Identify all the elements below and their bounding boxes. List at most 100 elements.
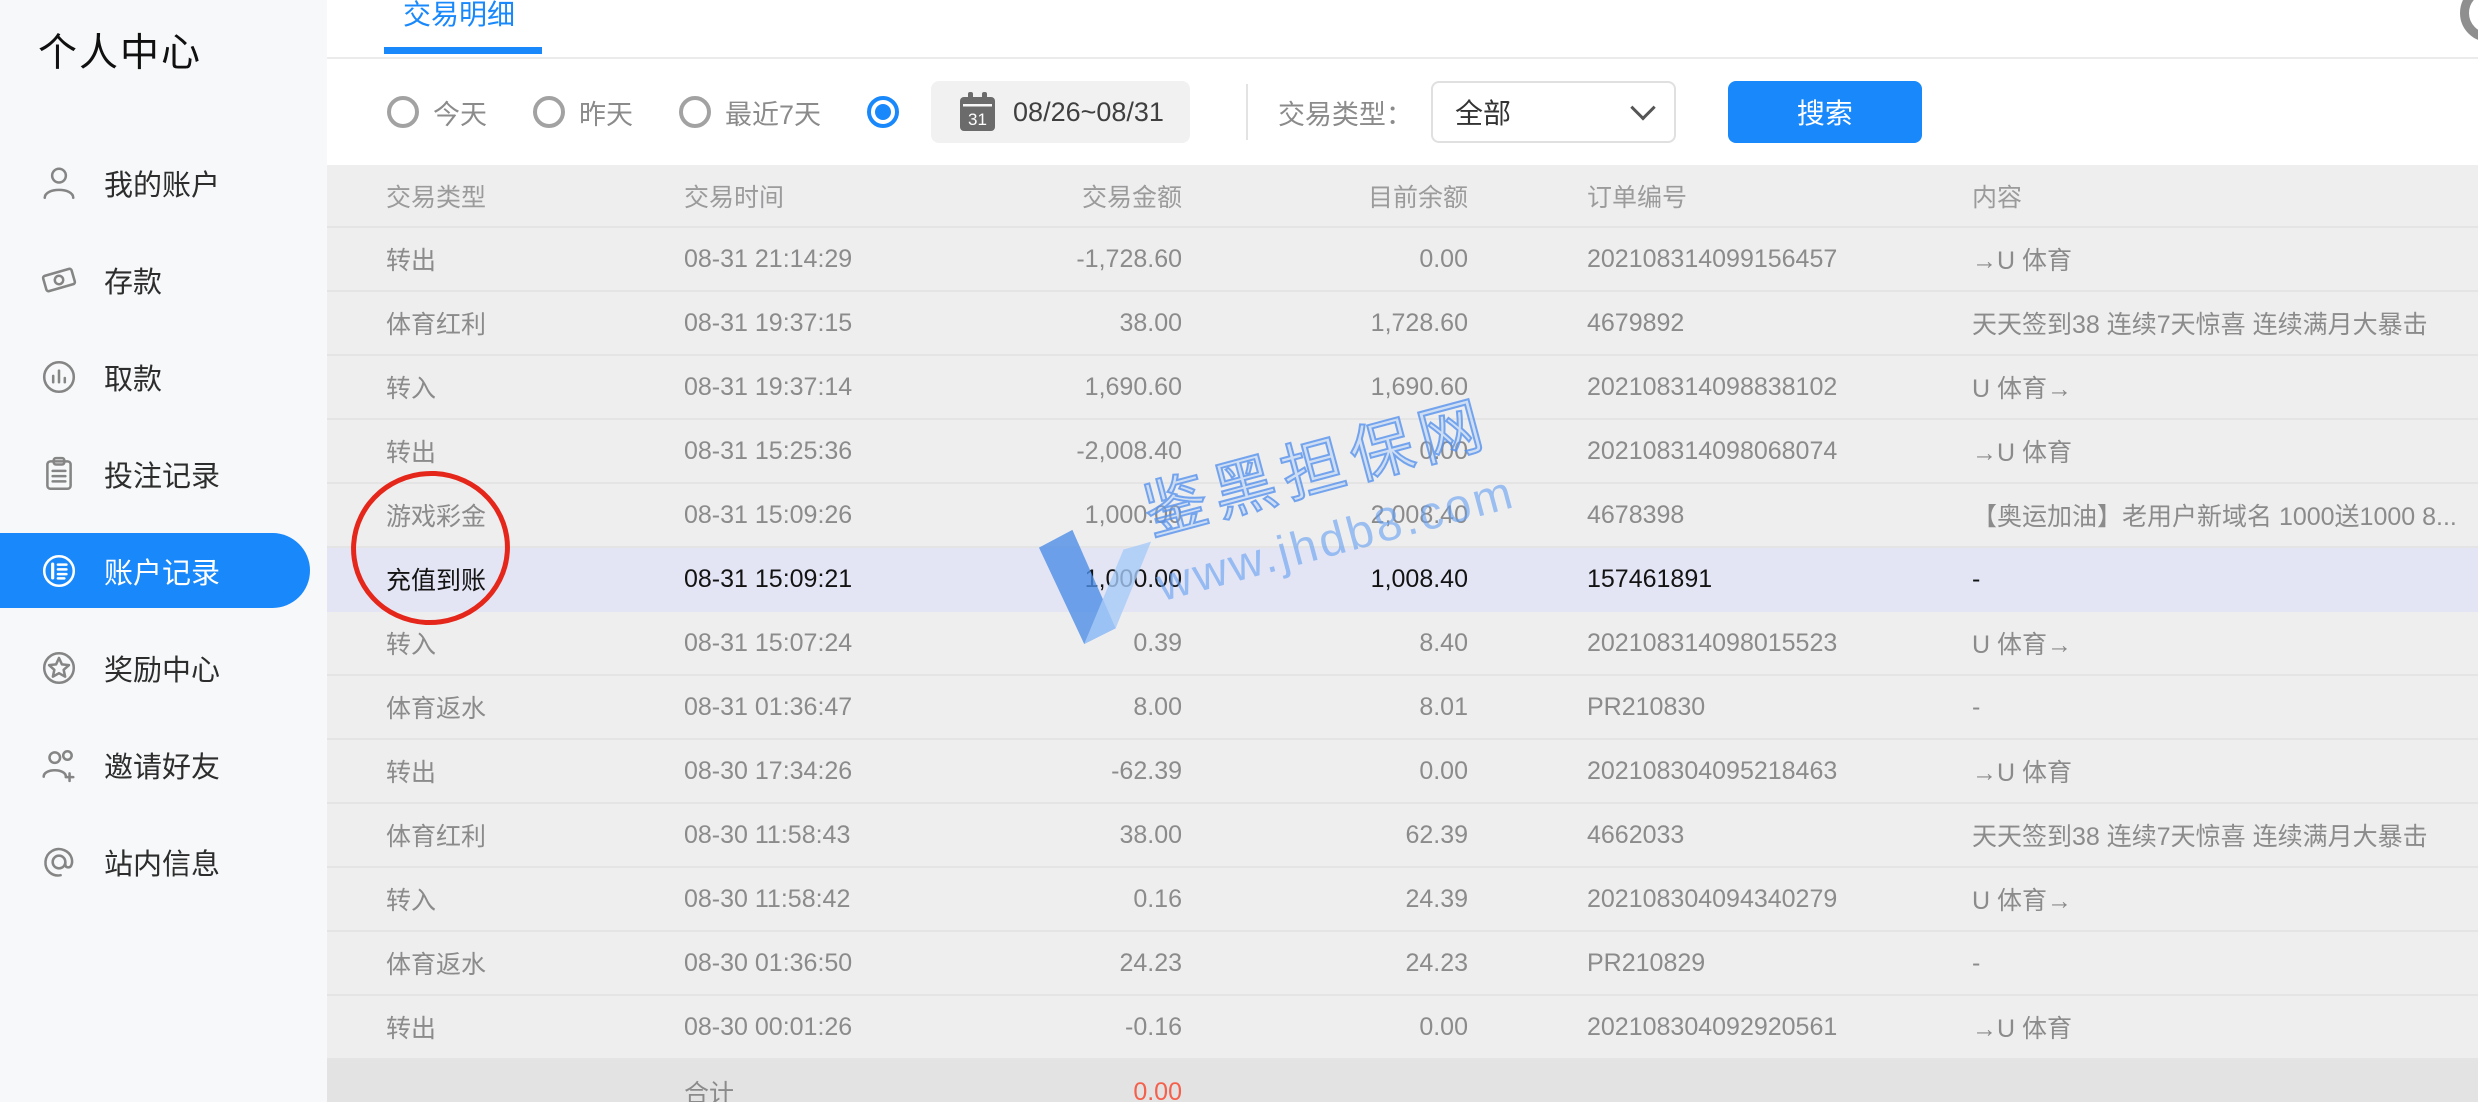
cell-order: PR210829: [1468, 949, 1972, 978]
cell-content: 【奥运加油】老用户新域名 1000送1000 8...: [1972, 497, 2478, 533]
radio-circle-icon[interactable]: [533, 96, 565, 128]
table-row: 转出08-30 17:34:26-62.390.0020210830409521…: [327, 740, 2478, 804]
cell-type: 转入: [327, 881, 684, 917]
cell-type: 转出: [327, 241, 684, 277]
cell-content: →U 体育: [1972, 241, 2478, 277]
clipboard-icon: [38, 453, 80, 495]
sidebar-item-label: 账户记录: [104, 550, 220, 592]
cell-order: 202108304095218463: [1468, 757, 1972, 786]
column-header-content: 内容: [1972, 178, 2478, 214]
cell-balance: 24.39: [1182, 885, 1468, 914]
sidebar-item-bet-records[interactable]: 投注记录: [0, 425, 327, 522]
radio-custom-range[interactable]: [867, 96, 899, 128]
sidebar-item-label: 取款: [104, 356, 162, 398]
cell-type: 转出: [327, 753, 684, 789]
cell-balance: 0.00: [1182, 1013, 1468, 1042]
sidebar-item-label: 站内信息: [104, 841, 220, 883]
cell-content: →U 体育: [1972, 433, 2478, 469]
cell-order: 202108314099156457: [1468, 245, 1972, 274]
cell-content: U 体育→: [1972, 625, 2478, 661]
transactions-table: 交易类型交易时间交易金额目前余额订单编号内容 转出08-31 21:14:29-…: [327, 165, 2478, 1102]
cell-balance: 8.01: [1182, 693, 1468, 722]
radio-circle-icon[interactable]: [867, 96, 899, 128]
banknote-icon: [38, 259, 80, 301]
cell-balance: 1,728.60: [1182, 309, 1468, 338]
footer-total-value: 0.00: [1011, 1078, 1182, 1102]
tab-bar: 交易明细: [327, 0, 2478, 59]
sidebar-item-invite-friends[interactable]: 邀请好友: [0, 716, 327, 813]
cell-content: -: [1972, 949, 2478, 978]
cell-time: 08-31 19:37:15: [684, 309, 1011, 338]
sidebar-item-label: 邀请好友: [104, 744, 220, 786]
table-row: 转入08-31 19:37:141,690.601,690.6020210831…: [327, 356, 2478, 420]
table-row: 转入08-30 11:58:420.1624.39202108304094340…: [327, 868, 2478, 932]
tab-transaction-details[interactable]: 交易明细: [403, 0, 515, 33]
sidebar-item-label: 投注记录: [104, 453, 220, 495]
footer-total-label: 合计: [684, 1074, 1011, 1102]
column-header-balance: 目前余额: [1182, 178, 1468, 214]
cell-amount: 0.39: [1011, 629, 1182, 658]
tab-active-underline: [384, 47, 542, 54]
cell-amount: -62.39: [1011, 757, 1182, 786]
add-friend-icon: [38, 744, 80, 786]
cell-balance: 0.00: [1182, 757, 1468, 786]
cell-content: 天天签到38 连续7天惊喜 连续满月大暴击: [1972, 305, 2478, 341]
radio-circle-icon[interactable]: [387, 96, 419, 128]
sidebar-item-site-messages[interactable]: 站内信息: [0, 813, 327, 910]
radio-group: 今天 昨天 最近7天: [327, 93, 931, 132]
cell-content: -: [1972, 693, 2478, 722]
cell-time: 08-30 11:58:42: [684, 885, 1011, 914]
cell-amount: 1,000.00: [1011, 501, 1182, 530]
cell-type: 充值到账: [327, 561, 684, 597]
cell-balance: 8.40: [1182, 629, 1468, 658]
table-body: 转出08-31 21:14:29-1,728.600.0020210831409…: [327, 228, 2478, 1060]
radio-label: 最近7天: [725, 93, 821, 132]
radio-yesterday[interactable]: 昨天: [533, 93, 633, 132]
radio-circle-icon[interactable]: [679, 96, 711, 128]
cell-balance: 2,008.40: [1182, 501, 1468, 530]
table-row: 充值到账08-31 15:09:211,000.001,008.40157461…: [327, 548, 2478, 612]
transaction-type-select[interactable]: 全部: [1431, 81, 1676, 143]
cell-order: 4662033: [1468, 821, 1972, 850]
sidebar-item-withdraw[interactable]: 取款: [0, 328, 327, 425]
cell-balance: 0.00: [1182, 245, 1468, 274]
star-circle-icon: [38, 647, 80, 689]
cell-time: 08-31 15:09:21: [684, 565, 1011, 594]
filter-bar: 今天昨天最近7天 31 08/26~08/31 交易类型： 全部: [327, 59, 2478, 165]
cell-amount: -1,728.60: [1011, 245, 1182, 274]
transaction-type-value: 全部: [1455, 92, 1511, 132]
cell-content: -: [1972, 565, 2478, 594]
table-footer-row: 合计 0.00: [327, 1060, 2478, 1102]
table-header-row: 交易类型交易时间交易金额目前余额订单编号内容: [327, 165, 2478, 228]
cell-order: 157461891: [1468, 565, 1972, 594]
cell-type: 游戏彩金: [327, 497, 684, 533]
table-row: 转出08-31 21:14:29-1,728.600.0020210831409…: [327, 228, 2478, 292]
sidebar-item-my-account[interactable]: 我的账户: [0, 134, 327, 231]
radio-last-7-days[interactable]: 最近7天: [679, 93, 821, 132]
sidebar-item-rewards-center[interactable]: 奖励中心: [0, 619, 327, 716]
radio-label: 昨天: [579, 93, 633, 132]
column-header-order: 订单编号: [1468, 178, 1972, 214]
cell-content: U 体育→: [1972, 881, 2478, 917]
radio-today[interactable]: 今天: [387, 93, 487, 132]
cell-time: 08-30 01:36:50: [684, 949, 1011, 978]
chart-circle-icon: [38, 356, 80, 398]
cell-time: 08-31 15:07:24: [684, 629, 1011, 658]
cell-order: 4679892: [1468, 309, 1972, 338]
sidebar-item-label: 奖励中心: [104, 647, 220, 689]
search-button[interactable]: 搜索: [1728, 81, 1922, 143]
sidebar-item-deposit[interactable]: 存款: [0, 231, 327, 328]
cell-amount: 0.16: [1011, 885, 1182, 914]
cell-type: 转出: [327, 433, 684, 469]
cell-amount: 24.23: [1011, 949, 1182, 978]
sidebar: 个人中心 我的账户存款取款投注记录账户记录奖励中心邀请好友站内信息: [0, 0, 327, 1102]
date-range-picker[interactable]: 31 08/26~08/31: [931, 81, 1190, 143]
sidebar-item-account-records[interactable]: 账户记录: [0, 533, 310, 608]
table-row: 体育返水08-31 01:36:478.008.01PR210830-: [327, 676, 2478, 740]
chevron-down-icon: [1630, 95, 1655, 120]
at-icon: [38, 841, 80, 883]
calendar-icon: 31: [957, 91, 997, 133]
column-header-amount: 交易金额: [1011, 178, 1182, 214]
main-content: 交易明细 今天昨天最近7天 31 08/26~08/31 交易类型：: [327, 0, 2478, 1102]
cell-amount: -0.16: [1011, 1013, 1182, 1042]
